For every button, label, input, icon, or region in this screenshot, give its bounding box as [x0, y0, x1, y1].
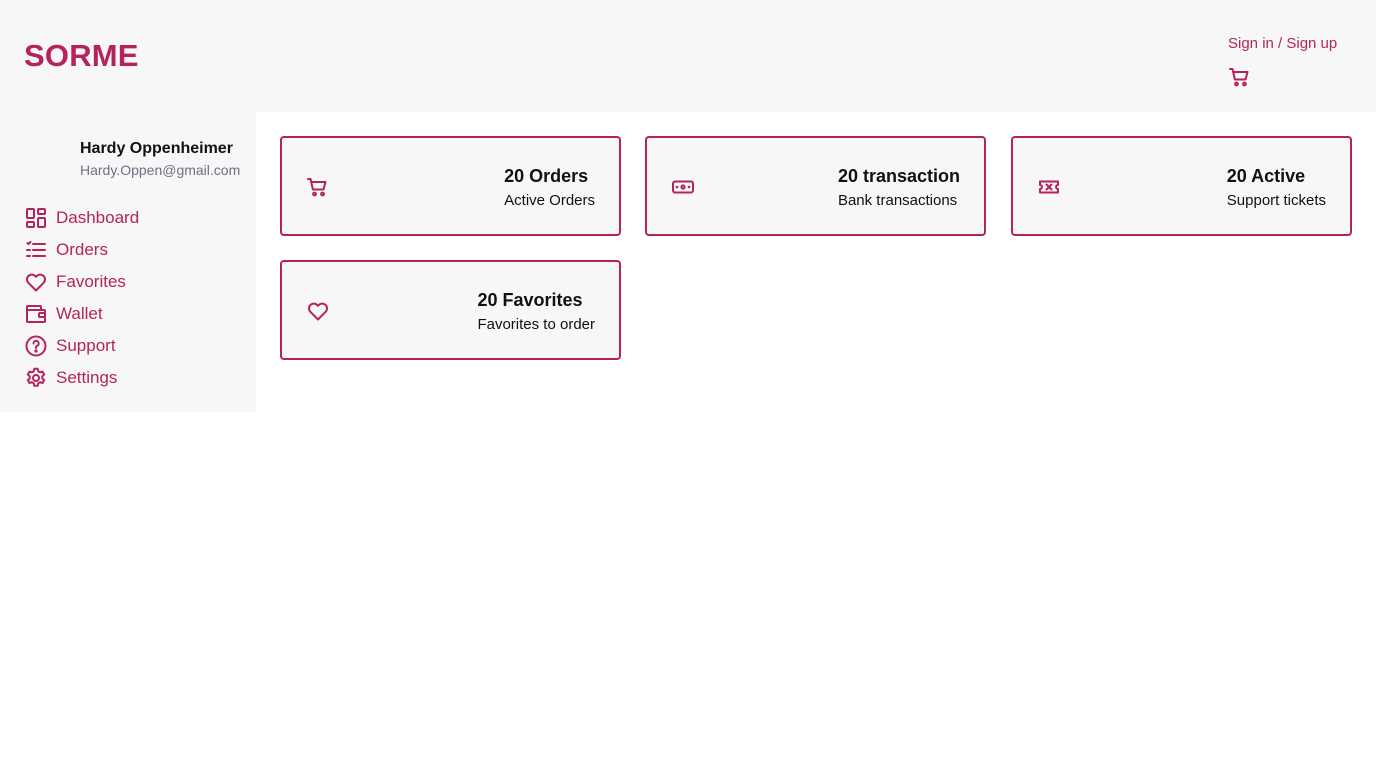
gear-icon [24, 366, 48, 390]
sidebar-item-support[interactable]: Support [24, 330, 244, 362]
stat-card-transactions[interactable]: 20 transaction Bank transactions [645, 136, 986, 236]
sidebar-item-label: Orders [56, 240, 108, 259]
card-subtitle: Favorites to order [477, 316, 595, 333]
sidebar-item-favorites[interactable]: Favorites [24, 266, 244, 298]
heart-icon [306, 299, 330, 323]
card-subtitle: Bank transactions [837, 192, 958, 209]
dashboard-icon [24, 206, 48, 230]
sidebar-item-label: Support [56, 336, 116, 355]
sidebar-nav: Dashboard Orders Favorites Wallet Suppor… [24, 202, 244, 394]
sidebar-item-label: Dashboard [56, 208, 140, 227]
sidebar-item-settings[interactable]: Settings [24, 362, 244, 394]
sidebar-item-wallet[interactable]: Wallet [24, 298, 244, 330]
user-email: Hardy.Oppen@gmail.com [80, 162, 241, 178]
sidebar-item-label: Wallet [56, 304, 103, 323]
help-circle-icon [24, 334, 48, 358]
card-title: 20 Active [1226, 166, 1306, 186]
stat-card-support[interactable]: 20 Active Support tickets [1011, 136, 1352, 236]
cart-icon[interactable] [1228, 65, 1252, 89]
sidebar-item-dashboard[interactable]: Dashboard [24, 202, 244, 234]
sidebar-item-label: Favorites [56, 272, 126, 291]
stat-card-favorites[interactable]: 20 Favorites Favorites to order [280, 260, 621, 360]
brand-logo[interactable]: SORME [24, 36, 139, 76]
ticket-icon [1037, 175, 1061, 199]
card-subtitle: Support tickets [1226, 192, 1326, 209]
card-title: 20 Favorites [477, 290, 583, 310]
heart-icon [24, 270, 48, 294]
sidebar: Hardy Oppenheimer Hardy.Oppen@gmail.com … [0, 112, 256, 412]
card-title: 20 Orders [504, 166, 589, 186]
card-subtitle: Active Orders [504, 192, 595, 209]
stat-card-orders[interactable]: 20 Orders Active Orders [280, 136, 621, 236]
sign-in-sign-up-link[interactable]: Sign in / Sign up [1228, 34, 1337, 54]
sidebar-item-orders[interactable]: Orders [24, 234, 244, 266]
cash-icon [671, 175, 695, 199]
top-header: SORME Sign in / Sign up [0, 0, 1376, 112]
wallet-icon [24, 302, 48, 326]
user-name: Hardy Oppenheimer [80, 140, 233, 157]
cart-icon [306, 175, 330, 199]
sidebar-item-label: Settings [56, 368, 118, 387]
list-icon [24, 238, 48, 262]
card-title: 20 transaction [837, 166, 960, 186]
